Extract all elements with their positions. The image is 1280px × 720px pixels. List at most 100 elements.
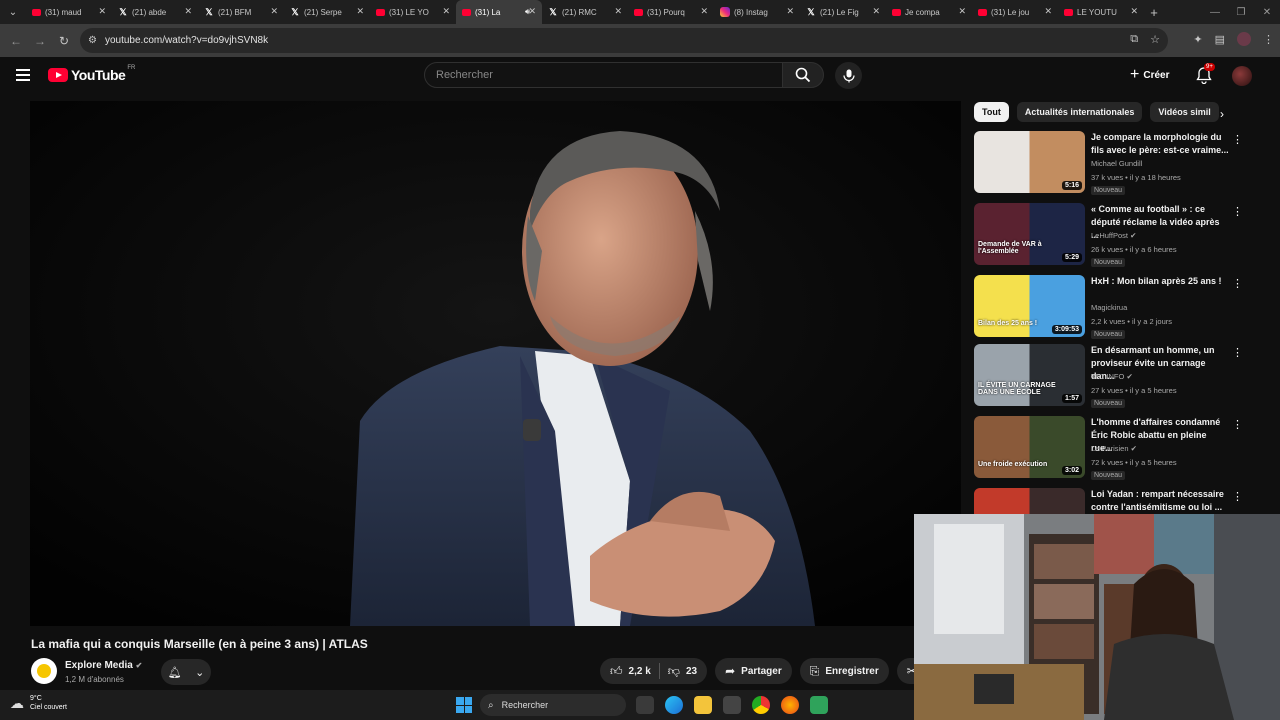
voice-search-button[interactable]	[835, 62, 862, 89]
browser-tab[interactable]: 𝕏 (21) Le Fig ✕	[800, 0, 886, 24]
browser-tab[interactable]: 𝕏 (21) abde ✕	[112, 0, 198, 24]
close-tab-icon[interactable]: ✕	[356, 6, 364, 17]
recommended-video-title[interactable]: HxH : Mon bilan après 25 ans !	[1091, 275, 1229, 288]
browser-tab[interactable]: 𝕏 (21) Serpe ✕	[284, 0, 370, 24]
recommended-channel[interactable]: Michael Gundill	[1091, 159, 1142, 168]
reload-button[interactable]: ↻	[52, 34, 76, 48]
close-tab-icon[interactable]: ✕	[786, 6, 794, 17]
tab-search-button[interactable]: ⌄	[0, 0, 26, 24]
browser-tab[interactable]: (31) maud ✕	[26, 0, 112, 24]
close-tab-icon[interactable]: ✕	[872, 6, 880, 17]
tab-groups-icon[interactable]: ▤	[1215, 33, 1225, 46]
app-icon[interactable]	[810, 696, 828, 714]
channel-avatar[interactable]	[31, 658, 57, 684]
browser-tab[interactable]: (31) La 🔊︎ ✕	[456, 0, 542, 24]
search-input[interactable]	[436, 69, 736, 81]
close-tab-icon[interactable]: ✕	[1044, 6, 1052, 17]
minimize-button[interactable]: —	[1202, 0, 1228, 24]
thumbs-up-icon[interactable]: 👍︎	[610, 664, 623, 679]
weather-widget[interactable]: ☁ 9°C Ciel couvert	[10, 694, 67, 712]
youtube-logo[interactable]: YouTube FR	[48, 65, 135, 83]
close-tab-icon[interactable]: ✕	[528, 6, 536, 17]
more-options-icon[interactable]: ⋮	[1232, 133, 1243, 146]
subscription-bell-button[interactable]: 🔔︎ ⌄	[161, 659, 211, 685]
browser-tab[interactable]: LE YOUTU ✕	[1058, 0, 1144, 24]
task-view-icon[interactable]	[636, 696, 654, 714]
close-tab-icon[interactable]: ✕	[184, 6, 192, 17]
video-thumbnail[interactable]: 5:16	[974, 131, 1085, 193]
browser-tab[interactable]: (31) LE YO ✕	[370, 0, 456, 24]
new-badge: Nouveau	[1091, 330, 1126, 339]
browser-menu-icon[interactable]: ⋮	[1263, 33, 1274, 46]
more-options-icon[interactable]: ⋮	[1232, 418, 1243, 431]
site-info-icon[interactable]: ⚙	[88, 35, 97, 46]
share-button[interactable]: ➦ Partager	[715, 658, 792, 684]
more-options-icon[interactable]: ⋮	[1232, 346, 1243, 359]
more-options-icon[interactable]: ⋮	[1232, 277, 1243, 290]
profile-avatar[interactable]	[1237, 32, 1251, 46]
more-options-icon[interactable]: ⋮	[1232, 490, 1243, 503]
browser-tab[interactable]: 𝕏 (21) BFM ✕	[198, 0, 284, 24]
like-count[interactable]: 2,2 k	[629, 666, 651, 677]
browser-tab[interactable]: 𝕏 (21) RMC ✕	[542, 0, 628, 24]
filter-chip[interactable]: Actualités internationales	[1016, 102, 1143, 122]
thumbs-down-icon[interactable]: 👎︎	[668, 664, 680, 679]
browser-tab[interactable]: Je compa ✕	[886, 0, 972, 24]
recommended-video[interactable]: Demande de VAR à l'Assemblée 5:29 « Comme …	[974, 203, 1274, 269]
new-tab-button[interactable]: +	[1144, 5, 1164, 20]
close-tab-icon[interactable]: ✕	[270, 6, 278, 17]
file-explorer-icon[interactable]	[694, 696, 712, 714]
close-window-button[interactable]: ✕	[1254, 0, 1280, 24]
browser-tab[interactable]: (8) Instag ✕	[714, 0, 800, 24]
taskbar-search[interactable]: ⌕ Rechercher	[480, 694, 626, 716]
notifications-button[interactable]: 9+	[1196, 63, 1215, 89]
video-player[interactable]	[30, 101, 961, 626]
recommended-video[interactable]: Bilan des 25 ans ! 3:09:53 HxH : Mon bilan…	[974, 275, 1274, 341]
video-thumbnail[interactable]: Demande de VAR à l'Assemblée 5:29	[974, 203, 1085, 265]
filter-chip[interactable]: Vidéos simil	[1150, 102, 1219, 122]
edge-icon[interactable]	[665, 696, 683, 714]
back-button[interactable]: ←	[4, 34, 28, 48]
channel-name[interactable]: Explore Media ✔	[65, 660, 142, 671]
start-button[interactable]	[456, 697, 472, 713]
maximize-button[interactable]: ❐	[1228, 0, 1254, 24]
forward-button[interactable]: →	[28, 34, 52, 48]
recommended-video[interactable]: Une froide exécution 3:02 L'homme d'affair…	[974, 416, 1274, 482]
recommended-channel[interactable]: TF1 INFO ✔	[1091, 372, 1133, 381]
create-button[interactable]: + Créer	[1130, 66, 1169, 84]
extensions-icon[interactable]: ✦	[1193, 33, 1202, 46]
close-tab-icon[interactable]: ✕	[442, 6, 450, 17]
recommended-channel[interactable]: Magickirua	[1091, 303, 1127, 312]
recommended-channel[interactable]: Le Parisien ✔	[1091, 444, 1137, 453]
recommended-video[interactable]: IL ÉVITE UN CARNAGE DANS UNE ÉCOLE 1:57 En…	[974, 344, 1274, 410]
video-thumbnail[interactable]: Bilan des 25 ans ! 3:09:53	[974, 275, 1085, 337]
bookmark-star-icon[interactable]: ☆	[1150, 33, 1160, 46]
search-button[interactable]	[782, 62, 824, 88]
close-tab-icon[interactable]: ✕	[700, 6, 708, 17]
recommended-video[interactable]: 5:16 Je compare la morphologie du fils av…	[974, 131, 1274, 197]
account-avatar[interactable]	[1232, 66, 1252, 86]
browser-tab[interactable]: (31) Le jou ✕	[972, 0, 1058, 24]
recommended-video-title[interactable]: Loi Yadan : rempart nécessaire contre l'…	[1091, 488, 1229, 514]
video-thumbnail[interactable]: IL ÉVITE UN CARNAGE DANS UNE ÉCOLE 1:57	[974, 344, 1085, 406]
recommended-channel[interactable]: LeHuffPost ✔	[1091, 231, 1136, 240]
close-tab-icon[interactable]: ✕	[1130, 6, 1138, 17]
browser-tab[interactable]: (31) Pourq ✕	[628, 0, 714, 24]
filter-chip[interactable]: Tout	[974, 102, 1009, 122]
install-app-icon[interactable]: ⧉	[1130, 33, 1138, 46]
store-icon[interactable]	[723, 696, 741, 714]
save-button[interactable]: ⎘ Enregistrer	[799, 658, 889, 684]
more-options-icon[interactable]: ⋮	[1232, 205, 1243, 218]
close-tab-icon[interactable]: ✕	[614, 6, 622, 17]
chevron-right-icon[interactable]: ›	[1220, 107, 1224, 121]
tab-title: (31) LE YO	[389, 7, 429, 17]
chrome-icon[interactable]	[752, 696, 770, 714]
verified-icon: ✔	[135, 661, 143, 670]
recommended-video-title[interactable]: Je compare la morphologie du fils avec l…	[1091, 131, 1229, 157]
video-thumbnail[interactable]: Une froide exécution 3:02	[974, 416, 1085, 478]
menu-icon[interactable]	[16, 69, 30, 84]
close-tab-icon[interactable]: ✕	[98, 6, 106, 17]
firefox-icon[interactable]	[781, 696, 799, 714]
close-tab-icon[interactable]: ✕	[958, 6, 966, 17]
address-bar[interactable]: ⚙ youtube.com/watch?v=do9vjhSVN8k ⧉ ☆	[80, 28, 1168, 53]
